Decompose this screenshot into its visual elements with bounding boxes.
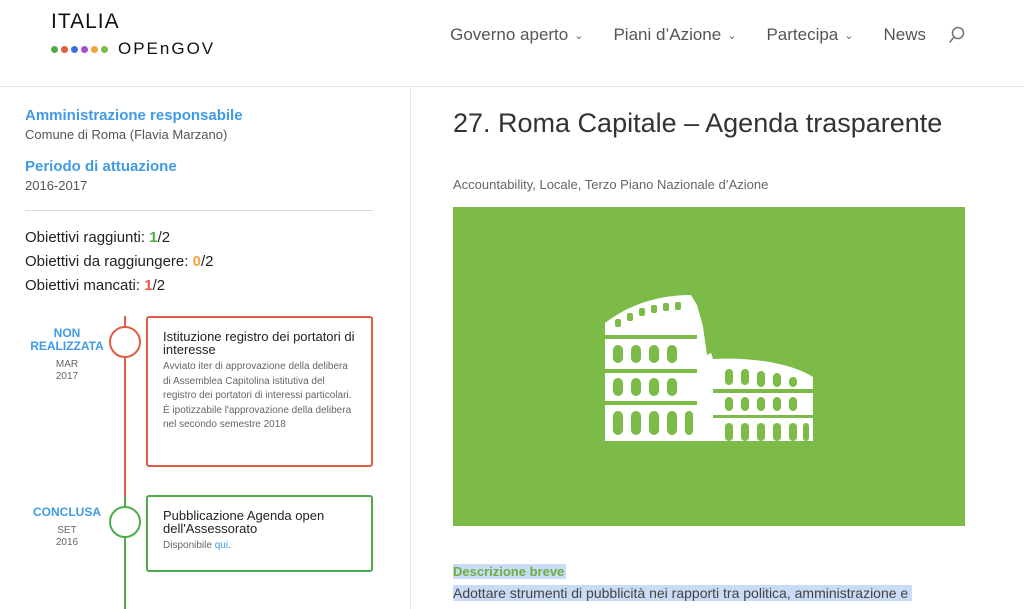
logo-opengov-text: OPEnGOV [118, 39, 216, 58]
chevron-down-icon: ⌄ [844, 29, 854, 42]
admin-label: Amministrazione responsabile [25, 107, 243, 124]
stat-missed: Obiettivi mancati: 1/2 [25, 277, 166, 294]
logo-dots-icon [51, 45, 108, 53]
hero-image [453, 207, 965, 526]
timeline-status-2: CONCLUSA [33, 505, 101, 519]
timeline-card-1-body: Avviato iter di approvazione della delib… [163, 361, 352, 431]
site-header: ITALIA OPEnGOV Governo aperto ⌄ Piani d’… [0, 0, 1024, 87]
timeline-card-2-body: Disponibile qui. [163, 540, 231, 551]
period-value: 2016-2017 [25, 178, 88, 193]
project-main: 27. Roma Capitale – Agenda trasparente A… [412, 88, 1024, 609]
chevron-down-icon: ⌄ [727, 29, 737, 42]
nav-news[interactable]: News [883, 23, 926, 47]
logo-italia-text: ITALIA [51, 10, 120, 33]
available-here-link[interactable]: qui [215, 540, 228, 551]
timeline-date-2: SET 2016 [55, 525, 79, 548]
nav-governo-aperto[interactable]: Governo aperto ⌄ [450, 23, 583, 47]
chevron-down-icon: ⌄ [574, 29, 584, 42]
timeline-card-1-title: Istituzione registro dei portatori di in… [163, 329, 355, 357]
sidebar-divider [25, 210, 373, 211]
page-title: 27. Roma Capitale – Agenda trasparente [453, 108, 943, 138]
timeline-card-2-title: Pubblicazione Agenda open dell'Assessora… [163, 508, 325, 536]
stat-achieved: Obiettivi raggiunti: 1/2 [25, 229, 171, 246]
timeline-status-1: NON REALIZZATA [30, 326, 104, 353]
nav-partecipa[interactable]: Partecipa ⌄ [766, 23, 853, 47]
timeline-node-1 [109, 326, 141, 358]
project-tags: Accountability, Locale, Terzo Piano Nazi… [453, 177, 769, 192]
site-logo[interactable]: ITALIA OPEnGOV [51, 10, 215, 59]
timeline-card-1: Istituzione registro dei portatori di in… [146, 316, 373, 467]
nav-piani-azione[interactable]: Piani d’Azione ⌄ [613, 23, 736, 47]
main-nav: Governo aperto ⌄ Piani d’Azione ⌄ Partec… [450, 23, 966, 47]
description-label: Descrizione breve [453, 564, 567, 579]
period-label: Periodo di attuazione [25, 158, 177, 175]
description-text: Adottare strumenti di pubblicità nei rap… [453, 585, 913, 601]
timeline-date-1: MAR 2017 [55, 359, 79, 382]
colosseum-icon [605, 295, 813, 441]
timeline-card-2: Pubblicazione Agenda open dell'Assessora… [146, 495, 373, 572]
admin-value: Comune di Roma (Flavia Marzano) [25, 127, 228, 142]
search-icon[interactable] [948, 26, 966, 44]
timeline-node-2 [109, 506, 141, 538]
stat-pending: Obiettivi da raggiungere: 0/2 [25, 253, 214, 270]
project-sidebar: Amministrazione responsabile Comune di R… [0, 88, 411, 609]
